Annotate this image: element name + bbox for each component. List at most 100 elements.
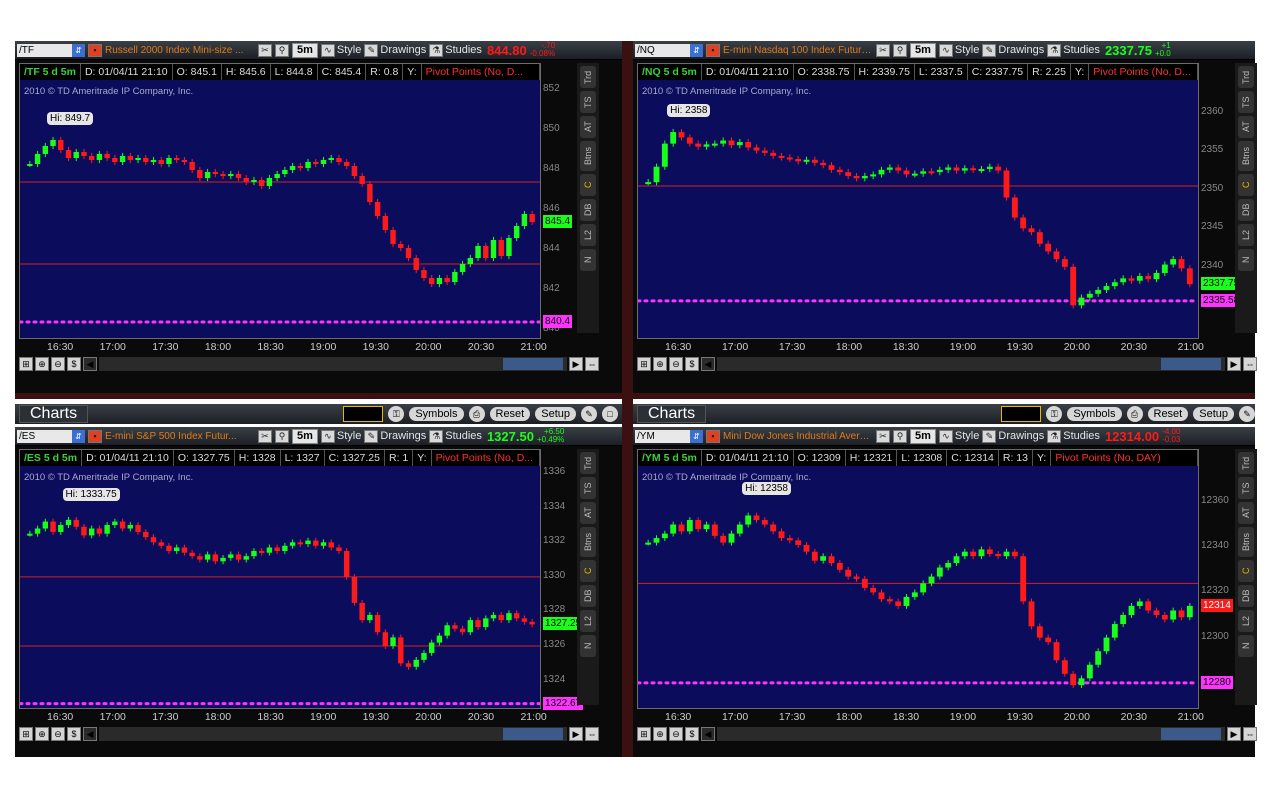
sidebar-tab-l2[interactable]: L2 — [580, 610, 596, 632]
sidebar-tab-l2[interactable]: L2 — [1238, 610, 1254, 632]
scroll-thumb[interactable] — [503, 728, 563, 740]
sidebar-tab-db[interactable]: DB — [580, 585, 596, 607]
dollar-icon[interactable]: $ — [67, 727, 81, 741]
style-button[interactable]: ∿ Style — [320, 43, 361, 57]
symbol-input[interactable]: /TF ⇵ — [17, 43, 85, 57]
sidebar-tab-ts[interactable]: TS — [1238, 477, 1254, 499]
drawings-button[interactable]: ✎ Drawings — [982, 429, 1044, 443]
pivot-points-label[interactable]: Pivot Points (No, DAY) — [1051, 450, 1198, 466]
horizontal-scrollbar[interactable] — [717, 727, 1225, 741]
drawings-button[interactable]: ✎ Drawings — [364, 429, 426, 443]
symbols-button[interactable]: Symbols — [1067, 407, 1122, 421]
sidebar-tab-trd[interactable]: Trd — [580, 452, 596, 474]
pivot-points-label[interactable]: Pivot Points (No, D... — [422, 64, 540, 80]
sidebar-tab-ts[interactable]: TS — [580, 477, 596, 499]
scroll-right-icon[interactable]: ▶ — [1227, 727, 1241, 741]
symbol-input[interactable]: /ES ⇵ — [17, 429, 85, 443]
chart-area[interactable]: /NQ 5 d 5m D: 01/04/11 21:10 O: 2338.75 H: … — [637, 63, 1199, 339]
sidebar-tab-n[interactable]: N — [1238, 635, 1254, 657]
scroll-right-icon[interactable]: ▶ — [569, 357, 583, 371]
aggregation-button[interactable]: 5m — [910, 42, 936, 58]
scroll-left-icon[interactable]: ◀ — [83, 357, 97, 371]
sidebar-tab-at[interactable]: AT — [1238, 116, 1254, 138]
zoom-out-icon[interactable]: ⊖ — [669, 357, 683, 371]
pivot-points-label[interactable]: Pivot Points (No, D... — [432, 450, 540, 466]
sidebar-tab-db[interactable]: DB — [1238, 585, 1254, 607]
dropdown-arrow-icon[interactable]: ⇵ — [72, 43, 85, 57]
chart-area[interactable]: /ES 5 d 5m D: 01/04/11 21:10 O: 1327.75 H: … — [19, 449, 541, 709]
dollar-icon[interactable]: $ — [685, 727, 699, 741]
sidebar-tab-c[interactable]: C — [1238, 174, 1254, 196]
candlestick-chart[interactable] — [20, 468, 540, 709]
aggregation-button[interactable]: 5m — [292, 42, 318, 58]
symbols-button[interactable]: Symbols — [409, 407, 464, 421]
aggregation-button[interactable]: 5m — [292, 428, 318, 444]
expand-icon[interactable]: ⇔ — [1243, 357, 1257, 371]
grid-icon[interactable]: ⊞ — [19, 727, 33, 741]
symbol-input[interactable]: /NQ ⇵ — [635, 43, 703, 57]
sidebar-tab-btns[interactable]: Btns — [1238, 141, 1254, 171]
grid-icon[interactable]: ⊞ — [19, 357, 33, 371]
zoom-icon[interactable]: ⚲ — [893, 429, 907, 443]
studies-button[interactable]: ⚗ Studies — [1047, 429, 1100, 443]
sidebar-tab-trd[interactable]: Trd — [1238, 452, 1254, 474]
sidebar-tab-ts[interactable]: TS — [580, 91, 596, 113]
sidebar-tab-n[interactable]: N — [580, 249, 596, 271]
dollar-icon[interactable]: $ — [685, 357, 699, 371]
sidebar-tab-btns[interactable]: Btns — [580, 141, 596, 171]
flag-icon[interactable]: ▪ — [706, 43, 720, 57]
print-icon[interactable]: ⎙ — [468, 406, 485, 422]
sidebar-tab-at[interactable]: AT — [580, 116, 596, 138]
grid-icon[interactable]: ⊞ — [637, 727, 651, 741]
dollar-icon[interactable]: $ — [67, 357, 81, 371]
panel-divider-vertical[interactable] — [622, 41, 633, 757]
sidebar-tab-l2[interactable]: L2 — [580, 224, 596, 246]
scroll-left-icon[interactable]: ◀ — [83, 727, 97, 741]
dropdown-arrow-icon[interactable]: ⇵ — [690, 429, 703, 443]
wrench-icon[interactable]: ⚿ — [388, 406, 405, 422]
scissors-icon[interactable]: ✂ — [258, 43, 272, 57]
scroll-left-icon[interactable]: ◀ — [701, 727, 715, 741]
reset-button[interactable]: Reset — [1147, 407, 1189, 421]
pivot-points-label[interactable]: Pivot Points (No, D... — [1089, 64, 1198, 80]
sidebar-tab-db[interactable]: DB — [580, 199, 596, 221]
pin-icon[interactable]: ✎ — [581, 406, 597, 422]
expand-icon[interactable]: ⇔ — [585, 727, 599, 741]
scroll-right-icon[interactable]: ▶ — [569, 727, 583, 741]
drawings-button[interactable]: ✎ Drawings — [982, 43, 1044, 57]
drawings-button[interactable]: ✎ Drawings — [364, 43, 426, 57]
setup-button[interactable]: Setup — [535, 407, 576, 421]
sidebar-tab-trd[interactable]: Trd — [580, 66, 596, 88]
scroll-thumb[interactable] — [503, 358, 563, 370]
sidebar-tab-n[interactable]: N — [1238, 249, 1254, 271]
style-button[interactable]: ∿ Style — [320, 429, 361, 443]
zoom-out-icon[interactable]: ⊖ — [51, 357, 65, 371]
sidebar-tab-at[interactable]: AT — [1238, 502, 1254, 524]
sidebar-tab-c[interactable]: C — [1238, 560, 1254, 582]
sidebar-tab-btns[interactable]: Btns — [1238, 527, 1254, 557]
setup-button[interactable]: Setup — [1193, 407, 1234, 421]
scissors-icon[interactable]: ✂ — [876, 43, 890, 57]
horizontal-scrollbar[interactable] — [717, 357, 1225, 371]
scroll-thumb[interactable] — [1161, 358, 1221, 370]
detach-icon[interactable]: □ — [602, 406, 618, 422]
color-swatch[interactable] — [1001, 406, 1042, 422]
grid-icon[interactable]: ⊞ — [637, 357, 651, 371]
style-button[interactable]: ∿ Style — [938, 43, 979, 57]
zoom-in-icon[interactable]: ⊕ — [653, 727, 667, 741]
zoom-icon[interactable]: ⚲ — [275, 429, 289, 443]
scroll-left-icon[interactable]: ◀ — [701, 357, 715, 371]
chart-area[interactable]: /TF 5 d 5m D: 01/04/11 21:10 O: 845.1 H: 84… — [19, 63, 541, 339]
zoom-out-icon[interactable]: ⊖ — [669, 727, 683, 741]
sidebar-tab-ts[interactable]: TS — [1238, 91, 1254, 113]
horizontal-scrollbar[interactable] — [99, 727, 567, 741]
sidebar-tab-db[interactable]: DB — [1238, 199, 1254, 221]
flag-icon[interactable]: ▪ — [88, 429, 102, 443]
candlestick-chart[interactable] — [638, 468, 1198, 709]
scroll-right-icon[interactable]: ▶ — [1227, 357, 1241, 371]
sidebar-tab-btns[interactable]: Btns — [580, 527, 596, 557]
zoom-in-icon[interactable]: ⊕ — [35, 357, 49, 371]
charts-title[interactable]: Charts — [637, 405, 707, 423]
scissors-icon[interactable]: ✂ — [876, 429, 890, 443]
reset-button[interactable]: Reset — [489, 407, 531, 421]
